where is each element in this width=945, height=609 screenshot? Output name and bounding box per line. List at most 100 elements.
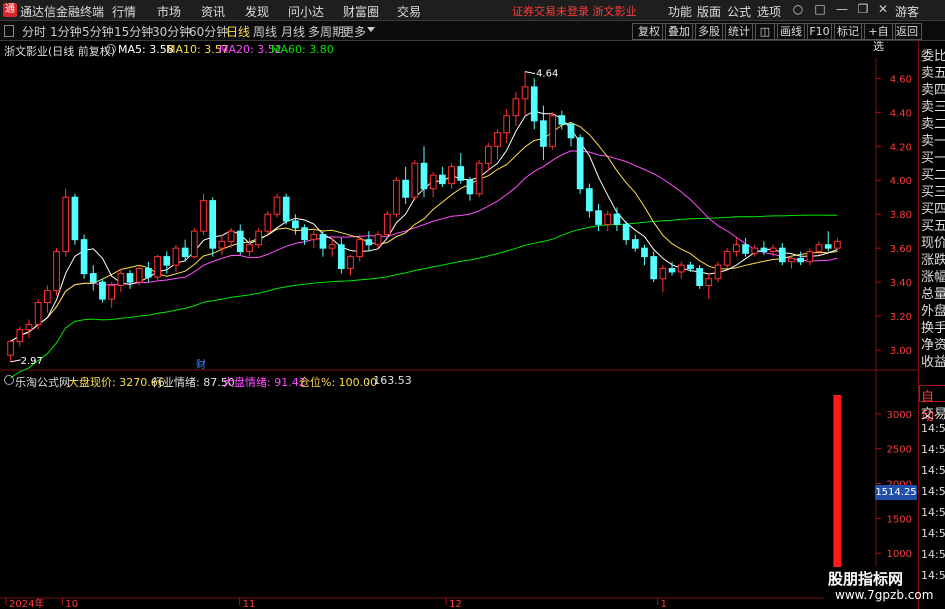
- ma60-line: [10, 214, 838, 379]
- candle-body: [788, 257, 795, 263]
- candle-body: [16, 329, 24, 343]
- candle-body: [117, 273, 125, 287]
- trade-label[interactable]: 交易: [921, 403, 945, 422]
- candle-body: [475, 162, 483, 195]
- high-marker-line: [524, 71, 536, 75]
- candle-body: [80, 239, 88, 275]
- low-marker-line: [10, 359, 21, 363]
- candle-body: [466, 179, 474, 195]
- candle-body: [25, 324, 33, 331]
- candle-body: [411, 162, 419, 198]
- candle-body: [457, 166, 465, 181]
- indicator-axis-tag: 1514.25: [875, 485, 917, 500]
- high-price-label: 4.64: [536, 69, 558, 80]
- price-tick-label: 3.20: [890, 312, 912, 323]
- trade-time: 14:56: [921, 443, 945, 456]
- date-label: 10: [65, 599, 78, 609]
- indicator-settings-icon[interactable]: [4, 375, 14, 385]
- price-tick-label: 3.00: [890, 346, 912, 357]
- candle-body: [439, 174, 446, 185]
- candle-body: [705, 278, 713, 287]
- candle-body: [126, 273, 134, 283]
- candle-body: [677, 264, 685, 273]
- candle-body: [135, 268, 143, 283]
- price-tick-label: 3.40: [890, 278, 912, 289]
- price-tick-label: 4.00: [890, 176, 912, 187]
- candle-body: [393, 179, 400, 215]
- indicator-tick-label: 1000: [887, 549, 912, 560]
- candle-body: [145, 268, 152, 278]
- candle-body: [567, 123, 575, 139]
- trade-time: 14:56: [921, 527, 945, 540]
- candle-body: [824, 244, 832, 249]
- candle-body: [310, 234, 318, 241]
- financial-report-marker: 财: [196, 358, 206, 371]
- price-tick-label: 4.60: [890, 74, 912, 85]
- candle-body: [733, 244, 740, 253]
- candle-body: [172, 247, 180, 266]
- trade-time: 14:56: [921, 548, 945, 561]
- date-label: 2024年: [9, 597, 44, 609]
- indicator-name: 乐淘公式网: [15, 376, 70, 389]
- candle-body: [374, 234, 382, 246]
- candle-body: [494, 132, 501, 147]
- price-chart[interactable]: 4.60 4.40 4.20 4.00 3.80 3.60 3.40 3.20 3.00 3000…: [0, 0, 918, 609]
- candle-body: [429, 174, 437, 190]
- candle-body: [209, 200, 217, 249]
- candle-body: [484, 145, 492, 164]
- candle-body: [521, 86, 529, 100]
- candle-body: [246, 244, 253, 253]
- candle-body: [7, 341, 14, 356]
- candle-body: [301, 227, 308, 241]
- candle-body: [751, 247, 759, 254]
- candle-body: [448, 166, 455, 185]
- candle-body: [319, 234, 327, 249]
- candle-body: [558, 115, 566, 125]
- indicator-tick-label: 1500: [887, 514, 912, 525]
- candle-body: [89, 273, 97, 283]
- candle-body: [696, 268, 703, 287]
- watermark-title: 股朋指标网: [828, 570, 904, 588]
- candle-body: [365, 239, 373, 246]
- candle-body: [760, 247, 768, 253]
- candle-body: [347, 256, 354, 270]
- candle-body: [53, 251, 60, 292]
- date-label: 12: [449, 599, 462, 609]
- auto-trade-toggle[interactable]: 自动: [919, 385, 945, 424]
- candle-body: [292, 220, 299, 229]
- indicator-tick-label: 3000: [887, 410, 912, 421]
- ma5-line: [10, 110, 838, 342]
- candle-body: [420, 162, 428, 190]
- candle-body: [71, 196, 79, 241]
- candle-body: [190, 230, 198, 258]
- candle-body: [622, 223, 630, 241]
- candle-body: [595, 210, 602, 225]
- date-label: 11: [243, 599, 256, 609]
- sidebar-label-earnings: 收益: [921, 355, 945, 370]
- candle-body: [641, 247, 648, 258]
- price-tick-label: 3.80: [890, 210, 912, 221]
- candle-body: [540, 120, 547, 147]
- candle-body: [200, 200, 207, 232]
- candle-body: [337, 244, 345, 270]
- candle-body: [778, 247, 786, 263]
- candle-body: [34, 301, 42, 326]
- candle-body: [163, 256, 171, 266]
- indicator-tick-label: 2500: [887, 445, 912, 456]
- candle-body: [769, 247, 777, 253]
- price-tick-label: 3.60: [890, 244, 912, 255]
- candle-body: [328, 244, 336, 249]
- candle-body: [687, 264, 694, 270]
- candle-body: [659, 268, 667, 280]
- candle-body: [282, 196, 290, 222]
- candle-body: [154, 256, 161, 278]
- quote-sidebar: 委比 卖五 卖四 卖三 卖二 卖一 买一 买二 买三 买四 买五 现价 涨跌 涨幅 总量 外盘 换手 净资 收益 自动…: [918, 41, 945, 609]
- candle-body: [356, 239, 364, 258]
- candle-body: [576, 137, 584, 190]
- candle-body: [723, 251, 731, 266]
- candle-body: [108, 285, 115, 300]
- candle-body: [512, 98, 520, 117]
- candle-body: [604, 213, 612, 225]
- candle-body: [806, 251, 814, 263]
- candle-body: [586, 188, 593, 212]
